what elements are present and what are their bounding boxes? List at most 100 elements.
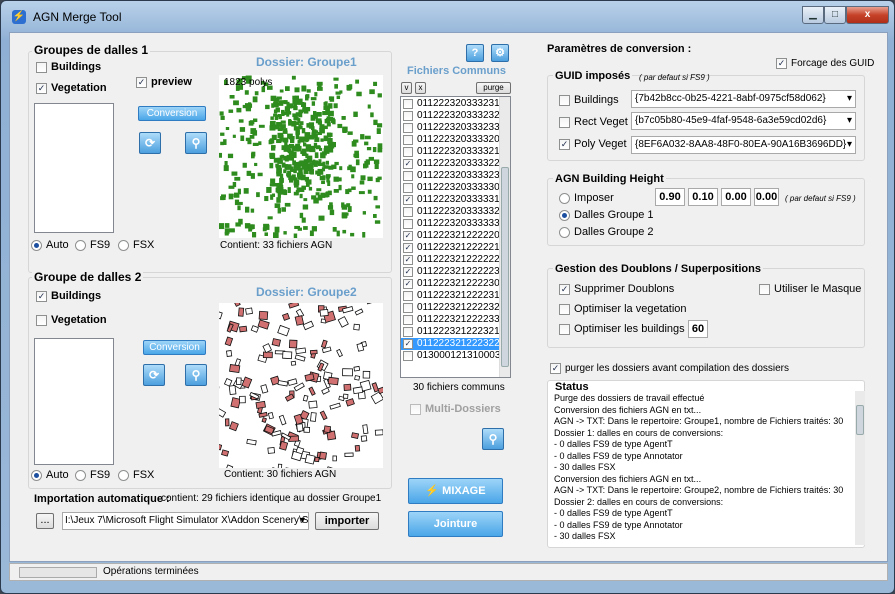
- guid-poly-veget-combo[interactable]: {8EF6A032-8AA8-48F0-80EA-90A16B3696DD}: [631, 136, 856, 154]
- height-value-2[interactable]: 0.10: [688, 188, 718, 206]
- common-search-icon[interactable]: ⚲: [482, 428, 504, 450]
- common-file-item[interactable]: 011222320333232: [401, 110, 500, 122]
- height-group2-radio[interactable]: [559, 227, 570, 238]
- group2-radio-fs9[interactable]: [75, 470, 86, 481]
- browse-button[interactable]: ...: [36, 513, 54, 529]
- group1-radio-auto[interactable]: [31, 240, 42, 251]
- preview-checkbox[interactable]: ✓: [136, 77, 147, 88]
- opt-buildings-checkbox[interactable]: [559, 324, 570, 335]
- height-value-1[interactable]: 0.90: [655, 188, 685, 206]
- guid-buildings-combo[interactable]: {7b42b8cc-0b25-4221-8abf-0975cf58d062}: [631, 90, 856, 108]
- common-file-checkbox[interactable]: [403, 147, 413, 157]
- common-file-checkbox[interactable]: [403, 171, 413, 181]
- common-files-list[interactable]: 011222320333231 011222320333232 0112223203…: [400, 96, 511, 378]
- common-file-checkbox[interactable]: ✓: [403, 279, 413, 289]
- group2-radio-fsx[interactable]: [118, 470, 129, 481]
- group1-radio-fsx[interactable]: [118, 240, 129, 251]
- status-scrollbar-thumb[interactable]: [856, 405, 864, 435]
- help-icon[interactable]: ?: [466, 44, 484, 62]
- common-file-checkbox[interactable]: [403, 303, 413, 313]
- common-file-item[interactable]: 011222320333330: [401, 182, 500, 194]
- guid-buildings-checkbox[interactable]: [559, 95, 570, 106]
- group1-buildings-checkbox[interactable]: [36, 62, 47, 73]
- group1-conversion-button[interactable]: Conversion: [138, 106, 206, 121]
- group2-buildings-checkbox[interactable]: ✓: [36, 291, 47, 302]
- common-file-checkbox[interactable]: [403, 123, 413, 133]
- guid-rect-veget-combo[interactable]: {b7c05b80-45e9-4faf-9548-6a3e59cd02d6}: [631, 112, 856, 130]
- common-file-item[interactable]: 011222320333323: [401, 170, 500, 182]
- jointure-button[interactable]: Jointure: [408, 511, 503, 537]
- group2-listbox[interactable]: [34, 338, 114, 465]
- common-file-item[interactable]: 011222320333321: [401, 146, 500, 158]
- group1-refresh-icon[interactable]: ⟳: [139, 132, 161, 154]
- multi-folders-checkbox[interactable]: [410, 404, 421, 415]
- common-file-checkbox[interactable]: [403, 351, 413, 361]
- opt-buildings-value[interactable]: 60: [688, 320, 708, 338]
- common-file-checkbox[interactable]: [403, 183, 413, 193]
- common-file-item[interactable]: ✓ 011222320333322: [401, 158, 500, 170]
- common-file-checkbox[interactable]: [403, 111, 413, 121]
- import-path-input[interactable]: I:\Jeux 7\Microsoft Flight Simulator X\A…: [62, 512, 309, 530]
- purge-folders-checkbox[interactable]: ✓: [550, 363, 561, 374]
- group2-radio-auto[interactable]: [31, 470, 42, 481]
- common-file-checkbox[interactable]: [403, 327, 413, 337]
- common-file-checkbox[interactable]: ✓: [403, 267, 413, 277]
- height-group1-radio[interactable]: [559, 210, 570, 221]
- common-file-checkbox[interactable]: [403, 315, 413, 325]
- group1-vegetation-checkbox[interactable]: ✓: [36, 83, 47, 94]
- common-file-checkbox[interactable]: ✓: [403, 159, 413, 169]
- group2-vegetation-checkbox[interactable]: [36, 315, 47, 326]
- common-file-checkbox[interactable]: ✓: [403, 339, 413, 349]
- common-file-checkbox[interactable]: [403, 135, 413, 145]
- height-value-4[interactable]: 0.00: [754, 188, 779, 206]
- common-file-item[interactable]: 011222321222233: [401, 314, 500, 326]
- common-file-item[interactable]: ✓ 011222320333331: [401, 194, 500, 206]
- common-file-item[interactable]: 011222321222321: [401, 326, 500, 338]
- common-file-checkbox[interactable]: [403, 219, 413, 229]
- group2-search-icon[interactable]: ⚲: [185, 364, 207, 386]
- common-file-item[interactable]: ✓ 011222321222222: [401, 254, 500, 266]
- supprimer-doublons-checkbox[interactable]: ✓: [559, 284, 570, 295]
- common-file-item[interactable]: ✓ 011222321222223: [401, 266, 500, 278]
- common-file-item[interactable]: 011222321222231: [401, 290, 500, 302]
- common-file-item[interactable]: ✓ 011222321222230: [401, 278, 500, 290]
- mixage-button[interactable]: ⚡ MIXAGE: [408, 478, 503, 504]
- import-button[interactable]: importer: [315, 512, 379, 530]
- group2-refresh-icon[interactable]: ⟳: [143, 364, 165, 386]
- settings-icon[interactable]: ⚙: [491, 44, 509, 62]
- minimize-button[interactable]: ▁: [802, 6, 824, 24]
- common-file-checkbox[interactable]: ✓: [403, 195, 413, 205]
- common-file-item[interactable]: 011222320333332: [401, 206, 500, 218]
- maximize-button[interactable]: □: [824, 6, 846, 24]
- group1-radio-fs9[interactable]: [75, 240, 86, 251]
- common-file-checkbox[interactable]: [403, 207, 413, 217]
- common-file-item[interactable]: 011222320333320: [401, 134, 500, 146]
- common-file-checkbox[interactable]: [403, 99, 413, 109]
- height-value-3[interactable]: 0.00: [721, 188, 751, 206]
- common-file-item[interactable]: 011222320333333: [401, 218, 500, 230]
- common-file-item[interactable]: ✓ 011222321222322: [401, 338, 500, 350]
- common-file-item[interactable]: ✓ 011222321222220: [401, 230, 500, 242]
- group1-search-icon[interactable]: ⚲: [185, 132, 207, 154]
- common-file-item[interactable]: 011222320333233: [401, 122, 500, 134]
- guid-rect-veget-checkbox[interactable]: [559, 117, 570, 128]
- uncheck-all-button[interactable]: x: [415, 82, 426, 94]
- close-button[interactable]: x: [846, 6, 889, 24]
- purge-button[interactable]: purge: [476, 82, 511, 94]
- common-file-checkbox[interactable]: [403, 291, 413, 301]
- group1-listbox[interactable]: [34, 103, 114, 233]
- file-list-scrollbar[interactable]: [499, 97, 510, 377]
- height-imposer-radio[interactable]: [559, 193, 570, 204]
- common-file-item[interactable]: ✓ 011222321222221: [401, 242, 500, 254]
- common-file-checkbox[interactable]: ✓: [403, 231, 413, 241]
- common-file-item[interactable]: 011222320333231: [401, 98, 500, 110]
- guid-poly-veget-checkbox[interactable]: ✓: [559, 139, 570, 150]
- common-file-item[interactable]: 013000121310003: [401, 350, 500, 362]
- status-scrollbar[interactable]: [855, 391, 865, 545]
- masque-checkbox[interactable]: [759, 284, 770, 295]
- opt-vegetation-checkbox[interactable]: [559, 304, 570, 315]
- check-all-button[interactable]: v: [401, 82, 412, 94]
- force-guid-checkbox[interactable]: ✓: [776, 58, 787, 69]
- common-file-checkbox[interactable]: ✓: [403, 255, 413, 265]
- common-file-item[interactable]: 011222321222232: [401, 302, 500, 314]
